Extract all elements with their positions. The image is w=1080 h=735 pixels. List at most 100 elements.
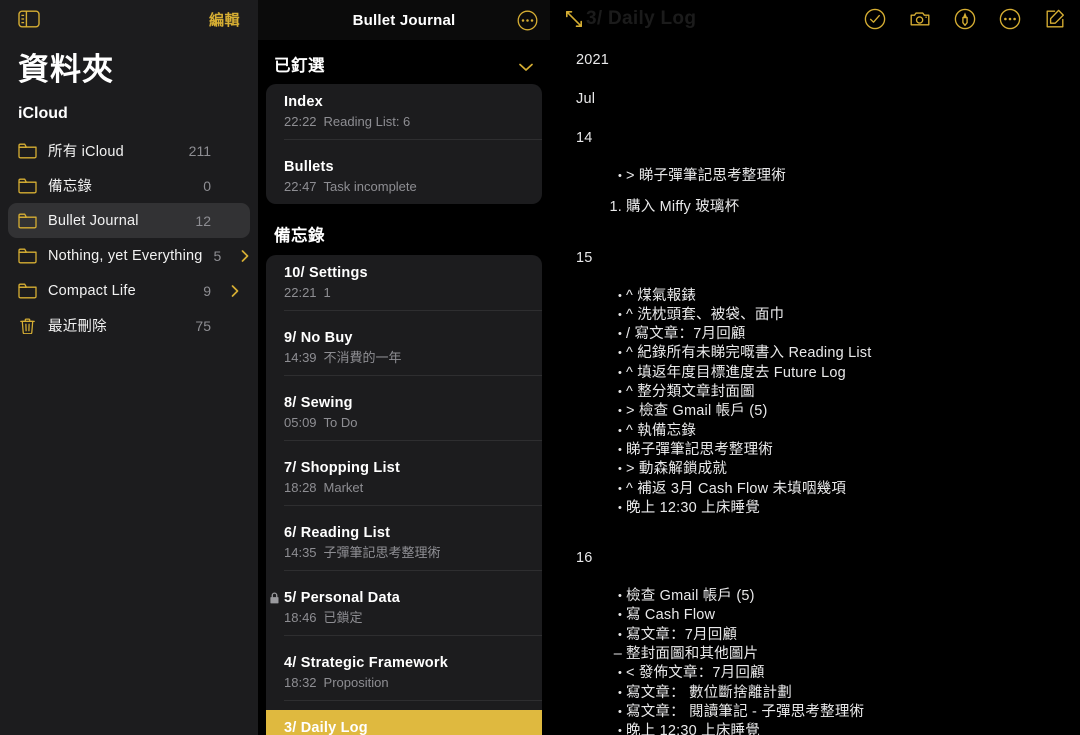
note-list-item[interactable]: 6/ Reading List 14:35 子彈筆記思考整理術	[266, 515, 542, 580]
note-list-item[interactable]: 10/ Settings 22:21 1	[266, 255, 542, 320]
chevron-right-icon[interactable]	[240, 249, 250, 263]
sidebar-item-nothing-yet-everything[interactable]: Nothing, yet Everything 5	[8, 238, 250, 273]
note-list-entry[interactable]: • 睇子彈筆記思考整理術	[576, 441, 1054, 460]
note-title: 6/ Reading List	[284, 525, 391, 541]
pinned-section-header[interactable]: 已釘選	[258, 40, 550, 84]
note-list-entry[interactable]: • 檢查 Gmail 帳戶 (5)	[576, 587, 1054, 606]
note-list-entry[interactable]: • ^ 洗枕頭套、被袋、面巾	[576, 306, 1054, 325]
note-list-entry[interactable]: • ^ 整分類文章封面圖	[576, 383, 1054, 402]
list-marker: •	[617, 170, 622, 182]
list-marker: •	[617, 308, 622, 321]
list-item-text: ^ 整分類文章封面圖	[626, 384, 755, 401]
list-item-text: 寫 Cash Flow	[626, 607, 716, 624]
list-item-text: > 睇子彈筆記思考整理術	[626, 168, 786, 184]
note-list-entry[interactable]: • 寫 Cash Flow	[576, 606, 1054, 625]
edit-button[interactable]: 編輯	[209, 9, 240, 30]
camera-icon[interactable]	[909, 8, 931, 30]
list-marker: •	[617, 386, 622, 399]
note-list-entry[interactable]: • > 睇子彈筆記思考整理術	[576, 167, 1054, 186]
folder-icon	[18, 283, 37, 299]
list-marker: •	[617, 424, 622, 437]
list-item-text: 晚上 12:30 上床睡覺	[626, 499, 760, 516]
list-item-text: ^ 紀錄所有未睇完嘅書入 Reading List	[626, 345, 872, 362]
note-meta: 14:35 子彈筆記思考整理術	[284, 544, 530, 561]
note-meta: 22:47 Task incomplete	[284, 178, 530, 195]
expand-arrows-icon[interactable]	[564, 9, 584, 29]
more-circle-icon[interactable]	[517, 10, 538, 31]
more-circle-icon[interactable]	[999, 8, 1021, 30]
note-list-item[interactable]: 7/ Shopping List 18:28 Market	[266, 450, 542, 515]
note-list-entry[interactable]: • > 動森解鎖成就	[576, 460, 1054, 479]
note-list-entry[interactable]: • ^ 紀錄所有未睇完嘅書入 Reading List	[576, 344, 1054, 363]
note-list-entry[interactable]: • > 檢查 Gmail 帳戶 (5)	[576, 402, 1054, 421]
note-time: 18:46	[284, 610, 317, 625]
note-meta: 22:21 1	[284, 284, 530, 301]
note-list-entry[interactable]: 1. 購入 Miffy 玻璃杯	[576, 198, 1054, 217]
note-list-item-content: 6/ Reading List 14:35 子彈筆記思考整理術	[284, 524, 542, 571]
note-day-heading: 16	[576, 550, 593, 567]
sidebar-item-bullet-journal[interactable]: Bullet Journal 12	[8, 203, 250, 238]
note-list-item-content: 9/ No Buy 14:39 不消費的一年	[284, 329, 542, 376]
note-list-entry[interactable]: • 寫文章： 數位斷捨離計劃	[576, 684, 1054, 703]
sidebar-item-compact-life[interactable]: Compact Life 9	[8, 273, 250, 308]
checklist-circle-icon[interactable]	[864, 8, 886, 30]
sidebar-toggle-icon[interactable]	[18, 10, 40, 28]
note-list-item[interactable]: 8/ Sewing 05:09 To Do	[266, 385, 542, 450]
note-meta: 18:46 已鎖定	[284, 609, 530, 626]
note-list-entry[interactable]: • 寫文章：7月回顧	[576, 626, 1054, 645]
note-list-entry[interactable]: • / 寫文章：7月回顧	[576, 325, 1054, 344]
note-list-entry[interactable]: • ^ 填返年度目標進度去 Future Log	[576, 364, 1054, 383]
trash-icon	[18, 317, 37, 334]
note-time: 14:39	[284, 350, 317, 365]
note-list-entry[interactable]: • 晚上 12:30 上床睡覺	[576, 499, 1054, 518]
note-list-entry[interactable]: • ^ 補返 3月 Cash Flow 未填咽幾項	[576, 480, 1054, 499]
list-item-text: / 寫文章：7月回顧	[626, 326, 746, 343]
list-marker: •	[617, 609, 622, 622]
page-title: 資料夾	[18, 52, 114, 87]
notes-app-window: 編輯 資料夾 iCloud 所有 iCloud 211 備忘錄 0 Bullet Jou…	[0, 0, 1080, 735]
sidebar-item-icloud[interactable]: 所有 iCloud 211	[8, 133, 250, 168]
list-item-text: 寫文章：7月回顧	[626, 626, 738, 643]
sidebar-folder-list: 所有 iCloud 211 備忘錄 0 Bullet Journal 12 Nothing,…	[0, 133, 258, 343]
compose-icon[interactable]	[1044, 8, 1066, 30]
note-list-entry[interactable]: • 晚上 12:30 上床睡覺	[576, 722, 1054, 735]
note-list-entry[interactable]: • ^ 執備忘錄	[576, 422, 1054, 441]
sidebar-item-count: 9	[203, 282, 211, 299]
note-list-item-content: 4/ Strategic Framework 18:32 Proposition	[284, 654, 542, 701]
note-list-item[interactable]: 5/ Personal Data 18:46 已鎖定	[266, 580, 542, 645]
note-title: 8/ Sewing	[284, 395, 353, 411]
note-title: 5/ Personal Data	[284, 590, 401, 606]
note-time: 18:28	[284, 480, 317, 495]
sidebar-item-label: 最近刪除	[48, 319, 107, 335]
note-list-entry[interactable]: • < 發佈文章：7月回顧	[576, 664, 1054, 683]
chevron-down-icon[interactable]	[518, 59, 534, 71]
note-list-item[interactable]: 3/ Daily Log22:472021	[266, 710, 542, 735]
note-meta: 14:39 不消費的一年	[284, 349, 530, 366]
note-list-item[interactable]: Bullets 22:47 Task incomplete	[266, 149, 542, 204]
list-marker: •	[617, 686, 622, 699]
note-ordered-list: 1. 購入 Miffy 玻璃杯	[576, 198, 1054, 217]
list-item-text: ^ 補返 3月 Cash Flow 未填咽幾項	[626, 480, 847, 497]
note-list-item[interactable]: Index 22:22 Reading List: 6	[266, 84, 542, 149]
notes-section-header: 備忘錄	[274, 227, 325, 245]
note-list-entry[interactable]: – 整封面圖和其他圖片	[576, 645, 1054, 664]
note-list-item[interactable]: 9/ No Buy 14:39 不消費的一年	[266, 320, 542, 385]
chevron-right-icon[interactable]	[230, 284, 240, 298]
note-subtitle: Market	[323, 480, 364, 495]
list-item-text: 寫文章： 閱讀筆記 - 子彈思考整理術	[626, 703, 865, 720]
note-list-entry[interactable]: • ^ 煤氣報錶	[576, 287, 1054, 306]
sidebar-item-[interactable]: 備忘錄 0	[8, 168, 250, 203]
sidebar-item-count: 75	[195, 317, 211, 334]
list-marker: •	[617, 443, 622, 456]
folders-sidebar: 編輯 資料夾 iCloud 所有 iCloud 211 備忘錄 0 Bullet Jou…	[0, 0, 258, 735]
sidebar-item-[interactable]: 最近刪除 75	[8, 308, 250, 343]
notes-card: 10/ Settings 22:21 1 9/ No Buy 14:39 不消費的一年 8/…	[266, 255, 542, 735]
note-time: 05:09	[284, 415, 317, 430]
note-subtitle: 不消費的一年	[323, 350, 402, 365]
markup-pen-circle-icon[interactable]	[954, 8, 976, 30]
list-item-text: 購入 Miffy 玻璃杯	[626, 199, 740, 216]
note-content[interactable]: 2021 Jul 14 • > 睇子彈筆記思考整理術 1. 購入 Miffy 玻璃杯 15…	[550, 38, 1080, 735]
note-list-item[interactable]: 4/ Strategic Framework 18:32 Proposition	[266, 645, 542, 710]
note-list-entry[interactable]: • 寫文章： 閱讀筆記 - 子彈思考整理術	[576, 703, 1054, 722]
note-time: 22:21	[284, 285, 317, 300]
